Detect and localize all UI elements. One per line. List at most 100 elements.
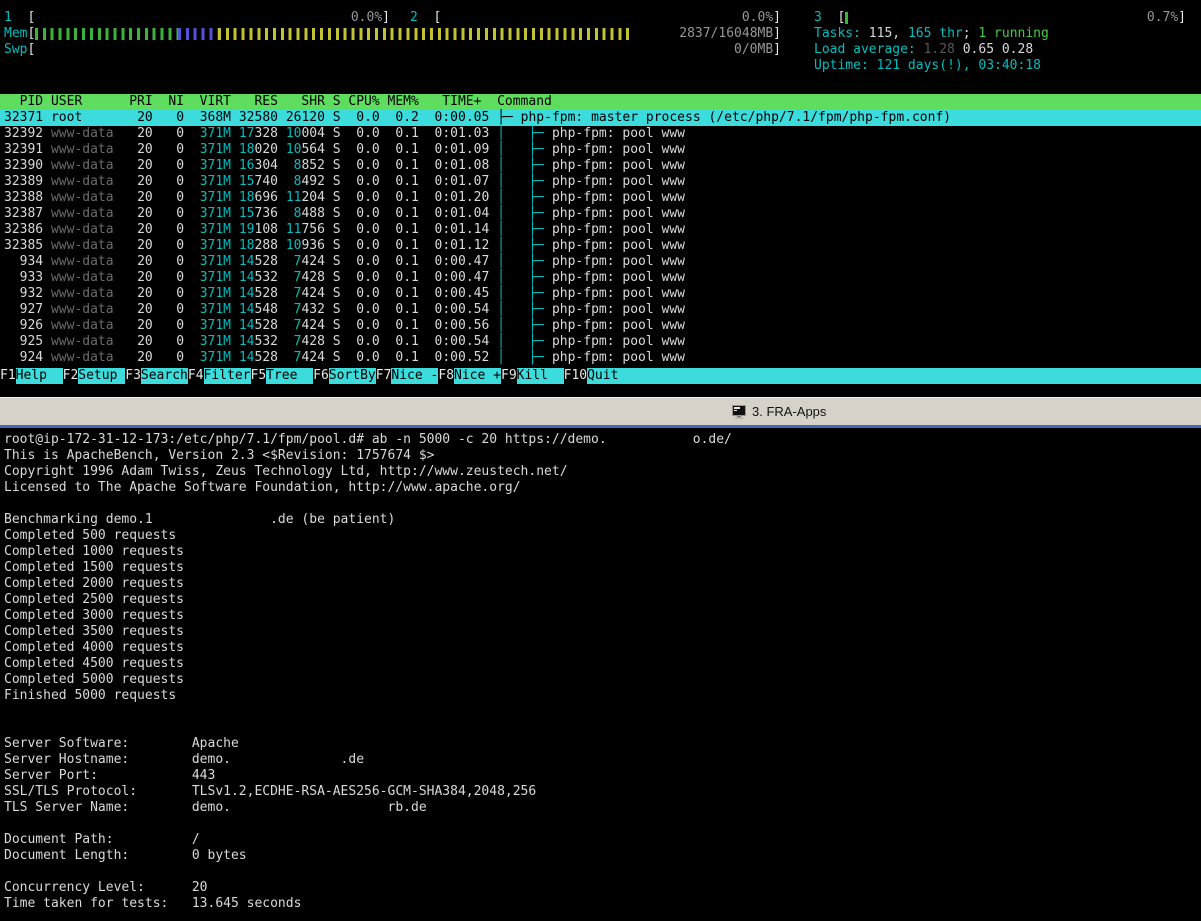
terminal-line: Finished 5000 requests — [4, 688, 177, 703]
fkey-f2[interactable]: F2 — [62, 368, 79, 384]
process-row[interactable]: 32392 www-data 20 0 371M 17328 10004 S 0… — [0, 126, 1201, 142]
fkey-f3-label[interactable]: Search — [140, 368, 188, 384]
process-row[interactable]: 925 www-data 20 0 371M 14532 7428 S 0.0 … — [0, 334, 1201, 350]
terminal-line: Completed 1500 requests — [4, 560, 185, 575]
terminal-line: This is ApacheBench, Version 2.3 <$Revis… — [4, 448, 435, 463]
cpu2-value: 0.0% — [741, 10, 774, 25]
tree-branch-glyph: │ ├─ — [497, 350, 552, 365]
cpu2-meter: 2 [0.0%] — [410, 10, 781, 25]
fkey-f10[interactable]: F10 — [563, 368, 588, 384]
terminal-line: root@ip-172-31-12-173:/etc/php/7.1/fpm/p… — [4, 432, 732, 447]
tree-branch-glyph: │ ├─ — [497, 238, 552, 253]
tree-branch-glyph: │ ├─ — [497, 190, 552, 205]
htop-pane[interactable]: 1 [0.0%] 2 [0.0%] 3 [0.7%] Mem[2837/1604… — [0, 0, 1201, 384]
terminal-line: Benchmarking demo.1 .de (be patient) — [4, 512, 396, 527]
fkey-f1[interactable]: F1 — [0, 368, 16, 384]
fkey-f6-label[interactable]: SortBy — [328, 368, 376, 384]
cpu3-value: 0.7% — [1146, 10, 1179, 25]
process-row[interactable]: 32386 www-data 20 0 371M 19108 11756 S 0… — [0, 222, 1201, 238]
process-row[interactable]: 934 www-data 20 0 371M 14528 7424 S 0.0 … — [0, 254, 1201, 270]
tree-branch-glyph: │ ├─ — [497, 286, 552, 301]
terminal-window-icon — [732, 405, 746, 419]
terminal-line — [4, 704, 1201, 720]
tree-branch-glyph: │ ├─ — [497, 302, 552, 317]
process-row[interactable]: 32387 www-data 20 0 371M 15736 8488 S 0.… — [0, 206, 1201, 222]
terminal-line: Completed 4000 requests — [4, 640, 185, 655]
terminal-line: Completed 500 requests — [4, 528, 177, 543]
swap-meter: Swp[0/0MB] — [4, 42, 781, 57]
terminal-line: SSL/TLS Protocol: TLSv1.2,ECDHE-RSA-AES2… — [4, 784, 537, 799]
tree-branch-glyph: │ ├─ — [497, 270, 552, 285]
terminal-line: Completed 5000 requests — [4, 672, 185, 687]
swap-value: 0/0MB — [734, 42, 774, 57]
terminal-line: Licensed to The Apache Software Foundati… — [4, 480, 521, 495]
fkey-f7[interactable]: F7 — [375, 368, 392, 384]
tree-branch-glyph: │ ├─ — [497, 126, 552, 141]
terminal-line — [4, 864, 1201, 880]
apachebench-terminal[interactable]: root@ip-172-31-12-173:/etc/php/7.1/fpm/p… — [0, 428, 1201, 921]
window-title: 3. FRA-Apps — [752, 404, 827, 419]
terminal-line: Completed 3500 requests — [4, 624, 185, 639]
terminal-line: Completed 2500 requests — [4, 592, 185, 607]
process-row[interactable]: 927 www-data 20 0 371M 14548 7432 S 0.0 … — [0, 302, 1201, 318]
process-row[interactable]: 32388 www-data 20 0 371M 18696 11204 S 0… — [0, 190, 1201, 206]
cpu3-meter: 3 [0.7%] — [814, 10, 1186, 25]
mem-fill-green — [35, 28, 178, 40]
terminal-line: Time taken for tests: 13.645 seconds — [4, 896, 302, 911]
cpu1-value: 0.0% — [350, 10, 383, 25]
process-row[interactable]: 932 www-data 20 0 371M 14528 7424 S 0.0 … — [0, 286, 1201, 302]
tree-branch-glyph: │ ├─ — [497, 158, 552, 173]
process-row[interactable]: 933 www-data 20 0 371M 14532 7428 S 0.0 … — [0, 270, 1201, 286]
fkey-f1-label[interactable]: Help — [15, 368, 63, 384]
fkey-f4[interactable]: F4 — [187, 368, 204, 384]
fkey-f4-label[interactable]: Filter — [203, 368, 251, 384]
fkey-f9-label[interactable]: Kill — [516, 368, 564, 384]
tree-branch-glyph: │ ├─ — [497, 142, 552, 157]
terminal-line: Server Software: Apache — [4, 736, 239, 751]
terminal-line: Document Length: 0 bytes — [4, 848, 247, 863]
fkey-bar-filler — [618, 368, 1201, 384]
fkey-f6[interactable]: F6 — [313, 368, 329, 384]
tree-branch-glyph: │ ├─ — [497, 174, 552, 189]
fkey-f2-label[interactable]: Setup — [78, 368, 126, 384]
tree-branch-glyph: │ ├─ — [497, 254, 552, 269]
tree-branch-glyph: │ ├─ — [497, 206, 552, 221]
terminal-line: Completed 4500 requests — [4, 656, 185, 671]
terminal-line: Completed 1000 requests — [4, 544, 185, 559]
process-row[interactable]: 924 www-data 20 0 371M 14528 7424 S 0.0 … — [0, 350, 1201, 366]
process-row[interactable]: 32371 root 20 0 368M 32580 26120 S 0.0 0… — [0, 110, 1201, 126]
process-row[interactable]: 926 www-data 20 0 371M 14528 7424 S 0.0 … — [0, 318, 1201, 334]
terminal-line — [4, 496, 1201, 512]
fkey-f10-label[interactable]: Quit — [587, 368, 619, 384]
fkey-f5[interactable]: F5 — [250, 368, 267, 384]
terminal-line: TLS Server Name: demo. rb.de — [4, 800, 427, 815]
mem-fill-yellow — [217, 28, 632, 40]
process-row[interactable]: 32389 www-data 20 0 371M 15740 8492 S 0.… — [0, 174, 1201, 190]
function-key-bar: F1 Help F2 Setup F3 Search F4 Filter F5 Tree F6… — [0, 368, 1201, 384]
uptime: Uptime: 121 days(!), 03:40:18 — [814, 58, 1041, 73]
process-table: 32371 root 20 0 368M 32580 26120 S 0.0 0… — [0, 110, 1201, 366]
tab-bar[interactable]: 3. FRA-Apps — [0, 397, 1201, 425]
fkey-f8-label[interactable]: Nice + — [454, 368, 501, 384]
fkey-f7-label[interactable]: Nice - — [391, 368, 439, 384]
terminal-line: Document Path: / — [4, 832, 200, 847]
memory-meter: Mem[2837/16048MB] — [4, 26, 781, 41]
process-row[interactable]: 32391 www-data 20 0 371M 18020 10564 S 0… — [0, 142, 1201, 158]
tree-branch-glyph: │ ├─ — [497, 318, 552, 333]
fkey-f8[interactable]: F8 — [438, 368, 455, 384]
fkey-f3[interactable]: F3 — [125, 368, 141, 384]
terminal-line — [4, 720, 1201, 736]
cpu1-meter: 1 [0.0%] — [4, 10, 390, 25]
mem-fill-blue — [177, 28, 218, 40]
mem-value: 2837/16048MB — [679, 26, 774, 41]
terminal-line: Completed 2000 requests — [4, 576, 185, 591]
fkey-f5-label[interactable]: Tree — [266, 368, 314, 384]
tree-branch-glyph: │ ├─ — [497, 222, 552, 237]
terminal-line: Server Hostname: demo. .de — [4, 752, 365, 767]
terminal-line: Server Port: 443 — [4, 768, 216, 783]
process-row[interactable]: 32390 www-data 20 0 371M 16304 8852 S 0.… — [0, 158, 1201, 174]
process-row[interactable]: 32385 www-data 20 0 371M 18288 10936 S 0… — [0, 238, 1201, 254]
cpu3-fill-green — [845, 12, 849, 24]
process-table-header[interactable]: PID USER PRI NI VIRT RES SHR S CPU% MEM%… — [0, 94, 1201, 110]
fkey-f9[interactable]: F9 — [501, 368, 517, 384]
